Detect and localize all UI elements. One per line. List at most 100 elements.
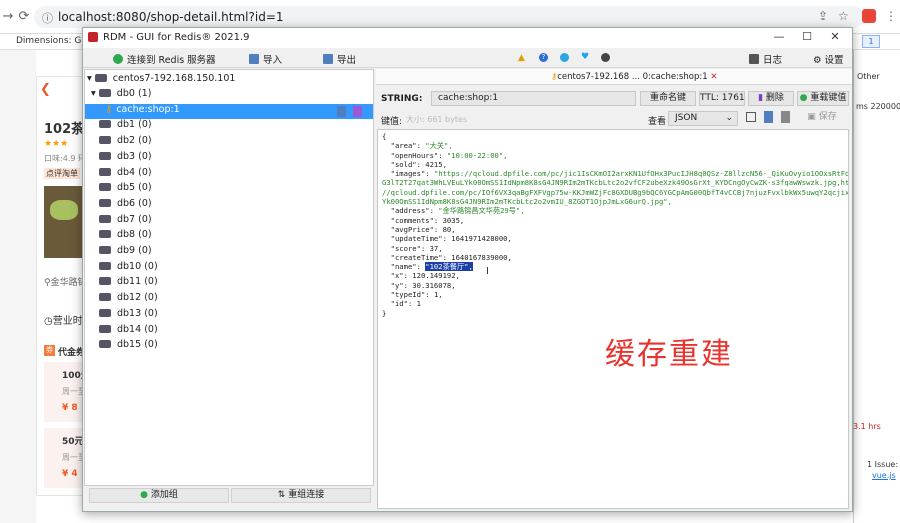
menu-icon[interactable]: ⋮ xyxy=(885,9,897,23)
shop-address: ⚲金华路锦 xyxy=(44,278,87,288)
db-name: db7 xyxy=(117,213,136,225)
db-name: db11 xyxy=(117,276,142,288)
copy-key-icon[interactable] xyxy=(337,105,346,117)
db-row-db4[interactable]: db4 (0) xyxy=(85,167,373,183)
db-name: db6 xyxy=(117,197,136,209)
log-button[interactable]: 日志 xyxy=(749,52,782,66)
database-icon xyxy=(99,308,111,317)
db-name: db8 xyxy=(117,229,136,241)
db-name: db12 xyxy=(117,292,142,304)
json-line: "updateTime": 1641971428000, xyxy=(382,234,512,244)
db-count: (0) xyxy=(144,260,158,272)
json-line: //qcloud.dpfile.com/pc/IOf6VX3qaBgFXFVgp… xyxy=(382,187,849,197)
db-name: db1 xyxy=(117,119,136,131)
json-line: } xyxy=(382,308,387,318)
warning-icon[interactable]: ▲ xyxy=(518,53,525,63)
help-icon[interactable]: ? xyxy=(539,53,548,62)
db-name: db14 xyxy=(117,323,142,335)
forward-icon[interactable]: → xyxy=(0,9,16,25)
key-name: cache:shop:1 xyxy=(116,103,180,115)
devtools-issue[interactable]: 1 Issue: 1 xyxy=(867,460,900,469)
db-row-db10[interactable]: db10 (0) xyxy=(85,261,373,277)
plus-icon xyxy=(113,54,123,64)
export-icon xyxy=(323,54,333,64)
db-row-db11[interactable]: db11 (0) xyxy=(85,276,373,292)
bookmark-star-icon[interactable]: ☆ xyxy=(838,9,849,23)
database-icon xyxy=(99,136,111,145)
save-button[interactable]: ▣ 保存 xyxy=(796,111,848,126)
json-line: "sold": 4215, xyxy=(382,159,447,169)
share-icon[interactable]: ⇪ xyxy=(818,9,828,23)
trash-icon: ▮ xyxy=(758,93,764,103)
db-row-db5[interactable]: db5 (0) xyxy=(85,182,373,198)
devtools-other[interactable]: Other xyxy=(857,72,880,81)
reload-icon[interactable]: ⟳ xyxy=(16,9,32,25)
db-count: (1) xyxy=(137,88,152,99)
wrap-checkbox[interactable] xyxy=(746,112,756,122)
json-line: "comments": 3035, xyxy=(382,215,465,225)
issues-badge[interactable]: 1 xyxy=(862,35,880,48)
db-count: (0) xyxy=(138,182,152,194)
devtools-panel xyxy=(853,50,900,523)
db-row-db7[interactable]: db7 (0) xyxy=(85,214,373,230)
json-line: { xyxy=(382,132,387,141)
key-name-field[interactable]: cache:shop:1 xyxy=(431,91,636,106)
delete-key-icon[interactable] xyxy=(353,105,362,117)
back-arrow-icon[interactable]: ❮ xyxy=(40,82,51,97)
db-count: (0) xyxy=(144,323,158,335)
settings-button[interactable]: ⚙ 设置 xyxy=(813,52,844,66)
reconnect-button[interactable]: ⇅ 重组连接 xyxy=(231,488,371,503)
minimize-button[interactable]: — xyxy=(765,30,793,43)
connection-row[interactable]: ▾ centos7-192.168.150.101 xyxy=(85,73,373,89)
json-line: Yk00OmSS1IdNpm8K8sG4JN9RIm2mTKcbLtc2o2vm… xyxy=(382,197,672,207)
db-row-db2[interactable]: db2 (0) xyxy=(85,135,373,151)
page-margin xyxy=(0,50,36,523)
db-row-db9[interactable]: db9 (0) xyxy=(85,245,373,261)
devtools-file-link[interactable]: vue.js xyxy=(872,471,896,480)
delete-button[interactable]: ▮ 删除 xyxy=(748,91,794,106)
document-icon[interactable] xyxy=(781,111,790,123)
db-row-db6[interactable]: db6 (0) xyxy=(85,198,373,214)
json-line: G3lT2T27qat3WhLVEuLYk00OmSS1IdNpm8K8sG4J… xyxy=(382,178,849,188)
add-group-button[interactable]: ● 添加组 xyxy=(89,488,229,503)
json-line: "images": "https://qcloud.dpfile.com/pc/… xyxy=(382,169,849,179)
json-line: "avgPrice": 80, xyxy=(382,224,456,234)
ttl-button[interactable]: TTL: 1761 xyxy=(699,91,745,106)
close-tab-icon[interactable]: ✕ xyxy=(710,72,717,82)
rename-button[interactable]: 重命名键 xyxy=(640,91,696,106)
connect-button[interactable]: 连接到 Redis 服务器 xyxy=(113,52,216,66)
import-button[interactable]: 导入 xyxy=(249,52,282,66)
database-icon xyxy=(99,151,111,160)
db-row-db14[interactable]: db14 (0) xyxy=(85,324,373,340)
db-row-db15[interactable]: db15 (0) xyxy=(85,339,373,355)
url-text: localhost:8080/shop-detail.html?id=1 xyxy=(58,10,284,24)
key-row-selected[interactable]: ⚷ cache:shop:1 xyxy=(85,103,373,120)
twitter-icon[interactable]: ♥ xyxy=(581,52,589,62)
tag-badge: 点评淘单 xyxy=(44,168,80,179)
db-row-db8[interactable]: db8 (0) xyxy=(85,229,373,245)
copy-icon[interactable] xyxy=(764,111,773,123)
db-row-db3[interactable]: db3 (0) xyxy=(85,151,373,167)
db-row-db1[interactable]: db1 (0) xyxy=(85,119,373,135)
json-editor[interactable]: { "area": "大关", "openHours": "10:00-22:0… xyxy=(377,129,849,509)
export-button[interactable]: 导出 xyxy=(323,52,356,66)
db-row-db12[interactable]: db12 (0) xyxy=(85,292,373,308)
reconnect-icon: ⇅ xyxy=(277,490,286,500)
db-count: (0) xyxy=(138,150,152,162)
reload-button[interactable]: ● 重载键值 xyxy=(797,91,849,106)
save-icon: ▣ xyxy=(807,112,816,122)
db-row-db0[interactable]: ▾ db0 (1) xyxy=(85,88,373,104)
telegram-icon[interactable] xyxy=(560,53,569,62)
close-button[interactable]: ✕ xyxy=(821,30,849,43)
json-line: "x": 120.149192, xyxy=(382,271,460,281)
reload-icon: ● xyxy=(799,93,808,103)
maximize-button[interactable]: ☐ xyxy=(793,30,821,43)
rdm-app-icon xyxy=(88,32,98,42)
selected-name-value: "102茶餐厅", xyxy=(425,262,473,272)
db-row-db13[interactable]: db13 (0) xyxy=(85,308,373,324)
github-icon[interactable] xyxy=(601,53,610,62)
json-line: "typeId": 1, xyxy=(382,290,443,300)
info-icon[interactable]: ⓘ xyxy=(42,10,53,26)
extension-icon[interactable] xyxy=(862,9,876,23)
format-select[interactable]: JSON ⌄ xyxy=(668,111,738,126)
